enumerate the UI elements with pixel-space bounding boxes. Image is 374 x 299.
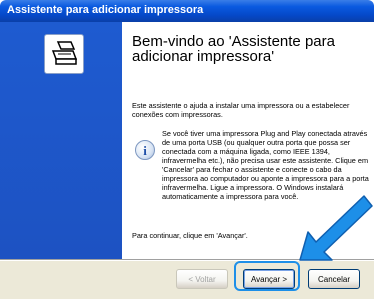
- pointer-arrow: [299, 195, 373, 261]
- cancel-button[interactable]: Cancelar: [308, 269, 360, 289]
- back-button[interactable]: < Voltar: [176, 269, 228, 289]
- title-bar[interactable]: Assistente para adicionar impressora: [0, 0, 374, 22]
- wizard-side-panel: [0, 22, 122, 259]
- page-title: Bem-vindo ao 'Assistente para adicionar …: [132, 33, 335, 65]
- info-icon: i: [135, 140, 155, 160]
- next-button-highlight: [234, 261, 300, 291]
- printer-icon: [44, 34, 84, 74]
- wizard-footer: < Voltar Avançar > Cancelar: [0, 261, 374, 299]
- intro-text: Este assistente o ajuda a instalar uma i…: [132, 101, 350, 119]
- wizard-window: Assistente para adicionar impressora Bem…: [0, 0, 374, 299]
- window-title: Assistente para adicionar impressora: [7, 4, 204, 16]
